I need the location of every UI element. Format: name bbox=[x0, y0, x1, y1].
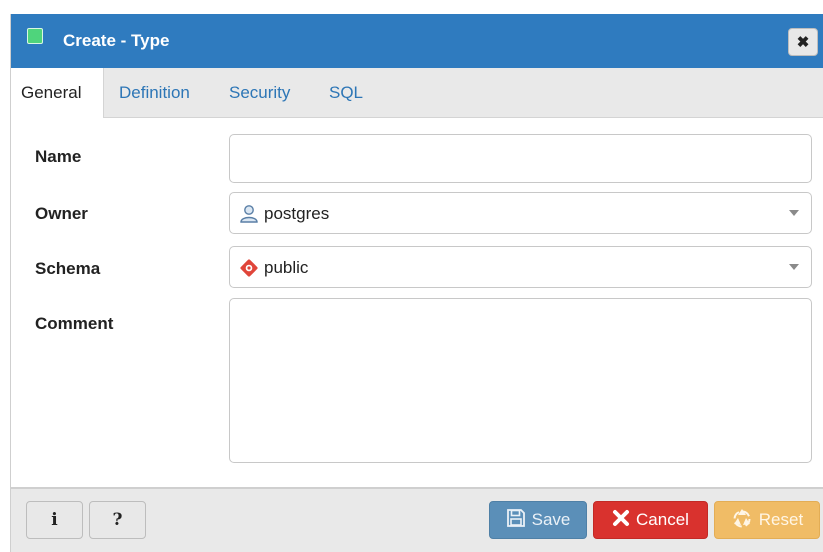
tab-sql[interactable]: SQL bbox=[329, 68, 363, 118]
close-button[interactable]: ✖ bbox=[788, 28, 818, 56]
owner-select[interactable]: postgres bbox=[229, 192, 812, 234]
info-button[interactable]: i bbox=[26, 501, 83, 539]
schema-value: public bbox=[264, 258, 309, 277]
tab-general[interactable]: General bbox=[11, 68, 104, 118]
tab-bar: General Definition Security SQL bbox=[11, 68, 823, 118]
dialog-titlebar[interactable]: Create - Type ✖ bbox=[11, 14, 823, 68]
user-icon bbox=[239, 204, 259, 229]
owner-value: postgres bbox=[264, 204, 330, 223]
chevron-down-icon bbox=[789, 264, 799, 270]
type-icon bbox=[27, 28, 43, 44]
dialog-footer: i ? Save Cancel Reset bbox=[11, 487, 823, 552]
schema-icon bbox=[239, 258, 259, 283]
save-icon bbox=[506, 508, 526, 533]
save-label: Save bbox=[531, 510, 571, 529]
info-icon: i bbox=[51, 510, 58, 530]
comment-textarea[interactable] bbox=[229, 298, 812, 463]
reset-label: Reset bbox=[758, 510, 804, 529]
name-label: Name bbox=[35, 147, 82, 166]
dialog-title: Create - Type bbox=[63, 31, 170, 50]
reset-button[interactable]: Reset bbox=[714, 501, 820, 539]
help-button[interactable]: ? bbox=[89, 501, 146, 539]
schema-label: Schema bbox=[35, 259, 101, 278]
cancel-button[interactable]: Cancel bbox=[593, 501, 708, 539]
name-input[interactable] bbox=[229, 134, 812, 183]
comment-label: Comment bbox=[35, 314, 114, 333]
help-icon: ? bbox=[112, 510, 123, 530]
close-icon: ✖ bbox=[796, 34, 810, 51]
save-button[interactable]: Save bbox=[489, 501, 587, 539]
tab-definition[interactable]: Definition bbox=[119, 68, 190, 118]
close-icon bbox=[612, 509, 630, 532]
cancel-label: Cancel bbox=[636, 510, 689, 529]
chevron-down-icon bbox=[789, 210, 799, 216]
schema-select[interactable]: public bbox=[229, 246, 812, 288]
owner-label: Owner bbox=[35, 204, 88, 223]
tab-security[interactable]: Security bbox=[229, 68, 290, 118]
recycle-icon bbox=[731, 507, 753, 534]
create-type-dialog: Create - Type ✖ General Definition Secur… bbox=[10, 14, 823, 552]
